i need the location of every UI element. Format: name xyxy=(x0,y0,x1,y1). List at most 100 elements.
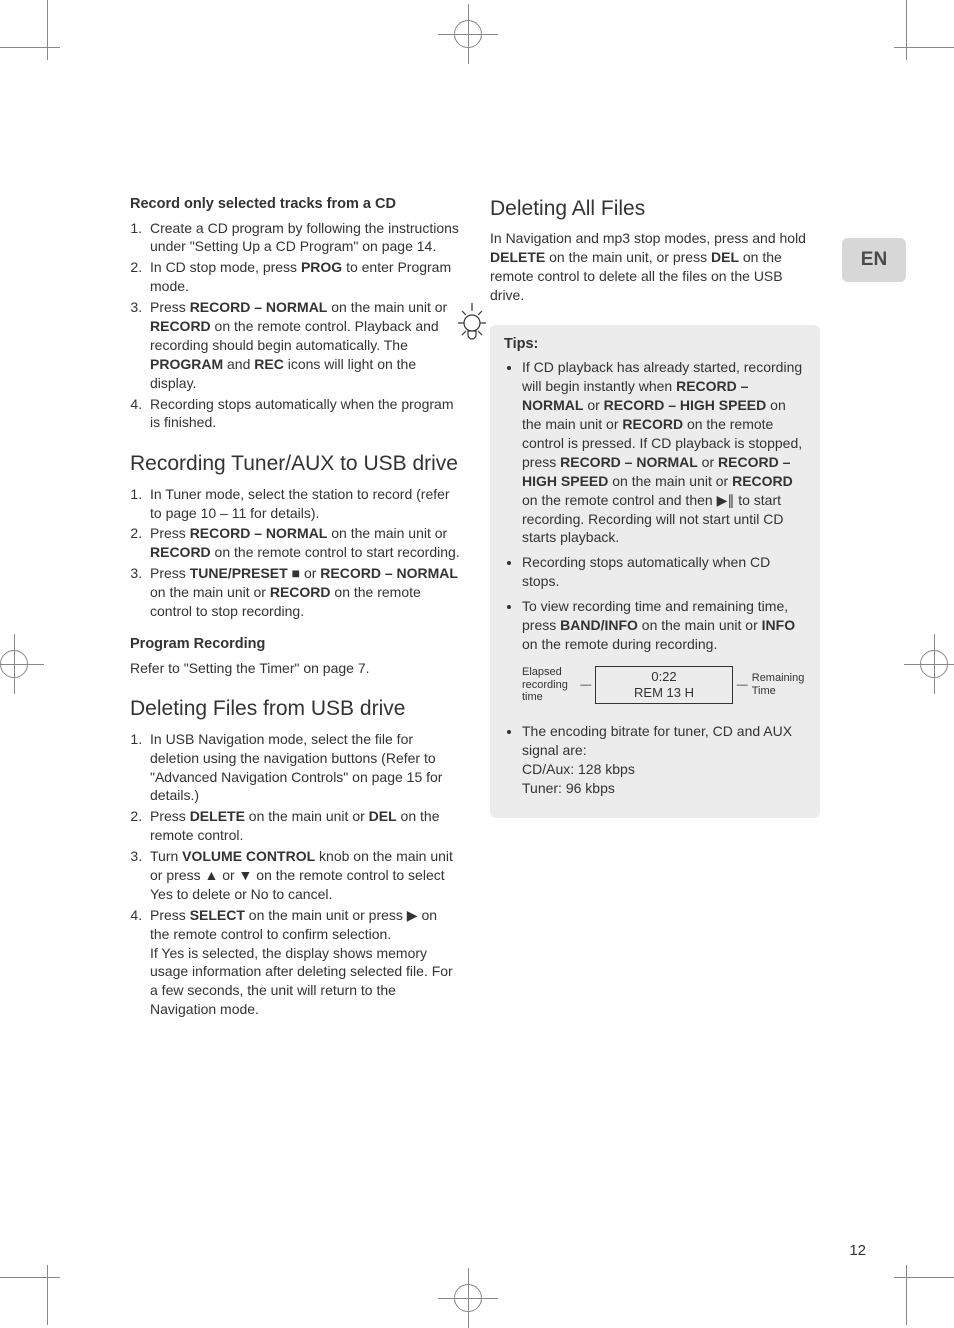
lcd-screen: 0:22 REM 13 H xyxy=(595,666,732,705)
key-label: RECORD – NORMAL xyxy=(320,565,458,581)
text: If Yes is selected, the display shows me… xyxy=(150,945,453,1018)
trim-mark xyxy=(906,0,907,60)
heading-program-recording: Program Recording xyxy=(130,635,460,655)
heading-record-selected: Record only selected tracks from a CD xyxy=(130,195,460,215)
key-label: DELETE xyxy=(190,808,245,824)
text: In USB Navigation mode, select the file … xyxy=(150,731,442,804)
text: Press xyxy=(150,525,190,541)
text: CD/Aux: 128 kbps xyxy=(522,761,635,777)
text: Recording stops automatically when the p… xyxy=(150,396,454,431)
language-tab: EN xyxy=(842,238,906,282)
key-label: VOLUME CONTROL xyxy=(182,848,315,864)
text: on the main unit or xyxy=(150,584,270,600)
list-item: Press DELETE on the main unit or DEL on … xyxy=(146,807,460,845)
right-column: Deleting All Files In Navigation and mp3… xyxy=(490,195,820,1029)
text: on the remote during recording. xyxy=(522,636,717,652)
text: In Tuner mode, select the station to rec… xyxy=(150,486,450,521)
registration-mark-left xyxy=(0,650,28,678)
key-label: RECORD xyxy=(622,416,683,432)
text: If CD playback has already started, reco… xyxy=(522,359,802,394)
text: on the main unit or xyxy=(327,525,447,541)
key-label: RECORD – NORMAL xyxy=(190,525,328,541)
list-item: If CD playback has already started, reco… xyxy=(522,358,806,547)
text: Tuner: 96 kbps xyxy=(522,780,615,796)
trim-mark xyxy=(894,1277,954,1278)
tips-box: Tips: If CD playback has already started… xyxy=(490,325,820,818)
trim-mark xyxy=(0,47,60,48)
text: In Navigation and mp3 stop modes, press … xyxy=(490,230,806,246)
page-number: 12 xyxy=(849,1242,866,1259)
text: on the main unit, or press xyxy=(545,249,711,265)
text: Create a CD program by following the ins… xyxy=(150,220,459,255)
program-recording-text: Refer to "Setting the Timer" on page 7. xyxy=(130,659,460,678)
lightbulb-icon xyxy=(452,295,492,347)
text: and xyxy=(223,356,254,372)
text: In CD stop mode, press xyxy=(150,259,301,275)
record-selected-steps: Create a CD program by following the ins… xyxy=(130,219,460,433)
key-label: DELETE xyxy=(490,249,545,265)
key-label: DEL xyxy=(711,249,739,265)
key-label: SELECT xyxy=(190,907,245,923)
key-label: RECORD – NORMAL xyxy=(190,299,328,315)
trim-mark xyxy=(47,1265,48,1325)
trim-mark xyxy=(47,0,48,60)
key-label: INFO xyxy=(762,617,795,633)
text: on the main unit or xyxy=(638,617,762,633)
registration-mark-bottom xyxy=(454,1284,482,1312)
text: Recording stops automatically when CD st… xyxy=(522,554,770,589)
list-item: Press SELECT on the main unit or press ▶… xyxy=(146,906,460,1019)
list-item: Press RECORD – NORMAL on the main unit o… xyxy=(146,298,460,392)
key-label: PROGRAM xyxy=(150,356,223,372)
list-item: In Tuner mode, select the station to rec… xyxy=(146,485,460,523)
key-label: RECORD – NORMAL xyxy=(560,454,698,470)
left-column: Record only selected tracks from a CD Cr… xyxy=(130,195,460,1029)
heading-deleting-all: Deleting All Files xyxy=(490,195,820,223)
tips-title: Tips: xyxy=(504,335,806,355)
page-content: Record only selected tracks from a CD Cr… xyxy=(130,195,850,1029)
list-item: Press TUNE/PRESET ■ or RECORD – NORMAL o… xyxy=(146,564,460,621)
connector-line: — xyxy=(737,678,748,693)
lcd-line2: REM 13 H xyxy=(602,685,725,701)
connector-line: — xyxy=(580,678,591,693)
lcd-diagram: Elapsed recording time — 0:22 REM 13 H —… xyxy=(522,660,806,711)
tips-list: If CD playback has already started, reco… xyxy=(504,358,806,797)
text: on the main unit or xyxy=(245,808,369,824)
text: on the main unit or xyxy=(608,473,732,489)
text: or xyxy=(583,397,603,413)
lcd-right-label: Remaining Time xyxy=(752,672,806,697)
text: Press xyxy=(150,299,190,315)
trim-mark xyxy=(906,1265,907,1325)
list-item: To view recording time and remaining tim… xyxy=(522,597,806,710)
list-item: Recording stops automatically when the p… xyxy=(146,395,460,433)
text: on the remote control to start recording… xyxy=(211,544,460,560)
heading-recording-tuner: Recording Tuner/AUX to USB drive xyxy=(130,450,460,478)
deleting-files-steps: In USB Navigation mode, select the file … xyxy=(130,730,460,1019)
text: Press xyxy=(150,565,190,581)
key-label: RECORD – HIGH SPEED xyxy=(604,397,767,413)
lcd-left-label: Elapsed recording time xyxy=(522,666,576,704)
text: ■ or xyxy=(288,565,321,581)
key-label: TUNE/PRESET xyxy=(190,565,288,581)
text: Press xyxy=(150,808,190,824)
key-label: PROG xyxy=(301,259,342,275)
recording-tuner-steps: In Tuner mode, select the station to rec… xyxy=(130,485,460,621)
list-item: Recording stops automatically when CD st… xyxy=(522,553,806,591)
key-label: RECORD xyxy=(150,318,211,334)
deleting-all-text: In Navigation and mp3 stop modes, press … xyxy=(490,229,820,305)
list-item: Create a CD program by following the ins… xyxy=(146,219,460,257)
list-item: In CD stop mode, press PROG to enter Pro… xyxy=(146,258,460,296)
text: The encoding bitrate for tuner, CD and A… xyxy=(522,723,792,758)
trim-mark xyxy=(0,1277,60,1278)
key-label: RECORD xyxy=(732,473,793,489)
registration-mark-top xyxy=(454,20,482,48)
text: or xyxy=(698,454,718,470)
key-label: REC xyxy=(254,356,284,372)
list-item: Turn VOLUME CONTROL knob on the main uni… xyxy=(146,847,460,904)
lcd-line1: 0:22 xyxy=(602,669,725,685)
key-label: RECORD xyxy=(270,584,331,600)
text: on the main unit or xyxy=(327,299,447,315)
trim-mark xyxy=(894,47,954,48)
text: on the remote control and then ▶∥ to sta… xyxy=(522,492,783,546)
list-item: The encoding bitrate for tuner, CD and A… xyxy=(522,722,806,798)
registration-mark-right xyxy=(920,650,948,678)
